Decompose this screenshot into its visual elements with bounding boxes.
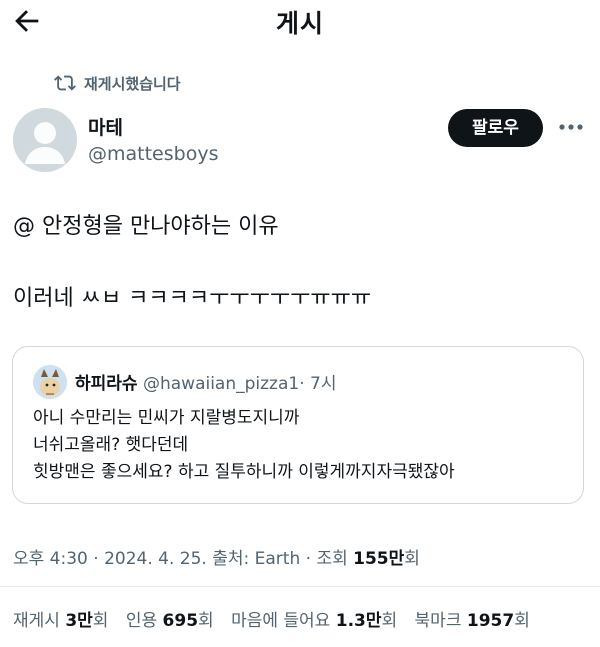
tweet-text-line: @ 안정형을 만나야하는 이유 [13, 214, 279, 239]
page-title: 게시 [275, 9, 324, 38]
divider [0, 586, 600, 587]
repost-label: 재게시했습니다 [84, 74, 181, 93]
repost-indicator[interactable]: 재게시했습니다 [54, 72, 181, 94]
bookmarks-stat[interactable]: 북마크 1957회 [415, 611, 530, 631]
post-time[interactable]: 오후 4:30 [13, 549, 88, 569]
author-handle[interactable]: @mattesboys [88, 143, 218, 165]
reposts-stat[interactable]: 재게시 3만회 [13, 611, 108, 631]
quote-body: 아니 수만리는 민씨가 지랄병도지니까 너쉬고올래? 햇다던데 힛방맨은 좋으세… [33, 405, 455, 486]
quote-text-line: 힛방맨은 좋으세요? 하고 질투하니까 이렇게까지자극됐잖아 [33, 462, 455, 482]
quote-author-handle[interactable]: @hawaiian_pizza1 [143, 374, 299, 394]
post-date[interactable]: 2024. 4. 25. [104, 549, 207, 569]
views-label: 조회 [316, 549, 348, 569]
quotes-suffix: 회 [198, 611, 214, 631]
bookmarks-suffix: 회 [514, 611, 530, 631]
likes-count: 1.3만 [335, 611, 382, 631]
source-value: Earth [254, 549, 301, 569]
avatar[interactable] [13, 108, 77, 172]
more-options-icon[interactable] [556, 113, 588, 141]
reposts-count: 3만 [65, 611, 93, 631]
reposts-suffix: 회 [92, 611, 109, 631]
quote-timestamp: · 7시 [299, 374, 337, 394]
quote-header: 하피라슈 @hawaiian_pizza1· 7시 [75, 369, 336, 394]
follow-button[interactable]: 팔로우 [448, 109, 543, 147]
author-name[interactable]: 마테 [88, 113, 123, 140]
quoted-post[interactable]: 하피라슈 @hawaiian_pizza1· 7시 아니 수만리는 민씨가 지랄… [12, 346, 584, 504]
post-metadata: 오후 4:30 · 2024. 4. 25. 출처: Earth · 조회 15… [13, 549, 420, 569]
bookmarks-count: 1957 [466, 611, 515, 631]
top-bar: 게시 [0, 0, 600, 44]
likes-label: 마음에 들어요 [231, 611, 331, 631]
bookmarks-label: 북마크 [414, 611, 462, 631]
repost-icon [54, 75, 76, 91]
quotes-stat[interactable]: 인용 695회 [126, 611, 214, 631]
likes-stat[interactable]: 마음에 들어요 1.3만회 [231, 611, 397, 631]
quote-text-line: 아니 수만리는 민씨가 지랄병도지니까 [33, 408, 300, 428]
likes-suffix: 회 [381, 611, 398, 631]
reposts-label: 재게시 [13, 611, 60, 631]
views-suffix: 회 [404, 549, 420, 569]
quotes-count: 695 [162, 611, 199, 631]
quote-avatar [33, 365, 67, 399]
engagement-stats: 재게시 3만회 인용 695회 마음에 들어요 1.3만회 북마크 1957회 [13, 606, 542, 631]
quote-author-name[interactable]: 하피라슈 [75, 374, 138, 394]
tweet-text-line: 이러네 ㅆㅂ ㅋㅋㅋㅋㅜㅜㅜㅜㅜㅠㅠㅠ [13, 286, 372, 311]
quote-text-line: 너쉬고올래? 햇다던데 [33, 435, 189, 455]
views-count: 155만 [353, 549, 405, 569]
source-label: 출처: [212, 549, 250, 569]
quotes-label: 인용 [125, 611, 158, 631]
